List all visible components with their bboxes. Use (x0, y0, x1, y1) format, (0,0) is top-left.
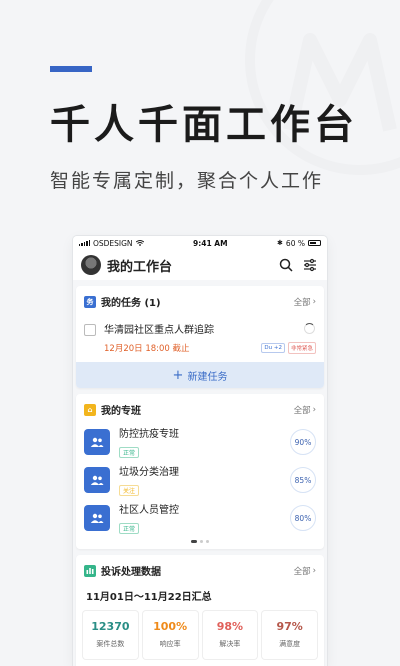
chevron-right-icon: › (312, 404, 316, 415)
topic-item[interactable]: 防控抗疫专班 正常 90% (76, 423, 324, 461)
date-range: 11月01日～11月22日汇总 (86, 592, 212, 603)
stat-label: 解决率 (219, 640, 241, 648)
topic-item[interactable]: 社区人员管控 正常 80% (76, 499, 324, 537)
page-title: 我的工作台 (107, 259, 173, 275)
search-icon[interactable] (277, 256, 295, 274)
plus-icon: + (172, 367, 184, 383)
group-icon (84, 429, 110, 455)
app-bar: 我的工作台 (73, 250, 327, 280)
complaints-card-title: 投诉处理数据 (101, 567, 161, 578)
stat-resolution-rate[interactable]: 98% 解决率 (202, 611, 258, 659)
chevron-right-icon: › (312, 296, 316, 307)
group-icon (84, 467, 110, 493)
completion-ring: 90% (290, 429, 316, 455)
status-badge: 关注 (119, 485, 140, 496)
new-task-label: 新建任务 (187, 371, 228, 383)
new-task-button[interactable]: + 新建任务 (76, 362, 324, 388)
topics-card-title: 我的专班 (101, 406, 141, 417)
task-icon: 务 (84, 295, 96, 308)
task-due: 12月20日 18:00 截止 (104, 344, 190, 354)
chevron-right-icon: › (312, 565, 316, 576)
signal-icon (79, 240, 90, 246)
view-all-label: 全部 (293, 405, 311, 416)
topic-name: 社区人员管控 (119, 505, 179, 516)
topic-name: 防控抗疫专班 (119, 429, 179, 440)
clock: 9:41 AM (193, 238, 228, 248)
task-checkbox[interactable] (84, 324, 96, 336)
stats-row: 12370 案件总数 100% 响应率 98% 解决率 97% 满意度 (76, 611, 324, 659)
hero-subhead: 智能专属定制，聚合个人工作 (50, 170, 324, 192)
stat-satisfaction[interactable]: 97% 满意度 (262, 611, 317, 659)
home-icon: ⌂ (84, 403, 96, 416)
bar-chart-icon (84, 564, 96, 577)
group-icon (84, 505, 110, 531)
completion-ring: 85% (290, 467, 316, 493)
hero-headline: 千人千面工作台 (50, 102, 358, 148)
battery-percent: 60 % (285, 238, 305, 248)
view-all-label: 全部 (293, 566, 311, 577)
progress-spinner-icon (304, 323, 315, 334)
stat-label: 满意度 (279, 640, 301, 648)
stat-value: 12370 (91, 620, 130, 633)
complaints-card: 投诉处理数据 全部 › 11月01日～11月22日汇总 12370 案件总数 10… (76, 555, 324, 666)
complaints-card-header: 投诉处理数据 全部 › (76, 555, 324, 584)
view-all-label: 全部 (293, 297, 311, 308)
accent-bar (50, 66, 92, 72)
filter-settings-icon[interactable] (301, 256, 319, 274)
battery-icon (307, 240, 321, 246)
carousel-dots[interactable] (76, 537, 324, 549)
status-bar: OSDESIGN 9:41 AM ✱ 60 % (73, 236, 327, 250)
phone-mockup: OSDESIGN 9:41 AM ✱ 60 % 我的工作台 务 我的任务 (1)… (73, 236, 327, 666)
stat-value: 98% (216, 620, 244, 633)
status-badge: 正常 (119, 523, 140, 534)
completion-ring: 80% (290, 505, 316, 531)
stat-value: 97% (276, 620, 303, 633)
stat-total-cases[interactable]: 12370 案件总数 (83, 611, 138, 659)
stat-label: 案件总数 (96, 640, 125, 648)
tasks-card: 务 我的任务 (1) 全部 › 华清园社区重点人群追踪 12月20日 18:00 … (76, 286, 324, 388)
tasks-view-all-link[interactable]: 全部 › (294, 296, 316, 308)
task-tag-assignees: Du +2 (261, 343, 285, 353)
carrier-label: OSDESIGN (92, 238, 133, 248)
avatar[interactable] (81, 255, 101, 275)
complaints-view-all-link[interactable]: 全部 › (294, 565, 316, 577)
stat-value: 100% (153, 620, 188, 633)
status-badge: 正常 (119, 447, 140, 458)
stat-label: 响应率 (159, 640, 181, 648)
topics-view-all-link[interactable]: 全部 › (294, 404, 316, 416)
topic-item[interactable]: 垃圾分类治理 关注 85% (76, 461, 324, 499)
tasks-card-header: 务 我的任务 (1) 全部 › (76, 286, 324, 315)
task-tag-priority: 非常紧急 (287, 342, 316, 354)
stat-response-rate[interactable]: 100% 响应率 (142, 611, 198, 659)
wifi-icon (135, 240, 144, 246)
topics-card-header: ⌂ 我的专班 全部 › (76, 394, 324, 423)
bluetooth-icon: ✱ (277, 239, 283, 247)
topics-card: ⌂ 我的专班 全部› 防控抗疫专班 正常 90% 垃圾分类治理 关注 85% (76, 394, 324, 549)
task-title: 华清园社区重点人群追踪 (104, 325, 214, 336)
tasks-card-title: 我的任务 (1) (101, 298, 161, 309)
task-item[interactable]: 华清园社区重点人群追踪 12月20日 18:00 截止 Du +2 非常紧急 (76, 315, 324, 360)
topic-name: 垃圾分类治理 (119, 467, 179, 478)
